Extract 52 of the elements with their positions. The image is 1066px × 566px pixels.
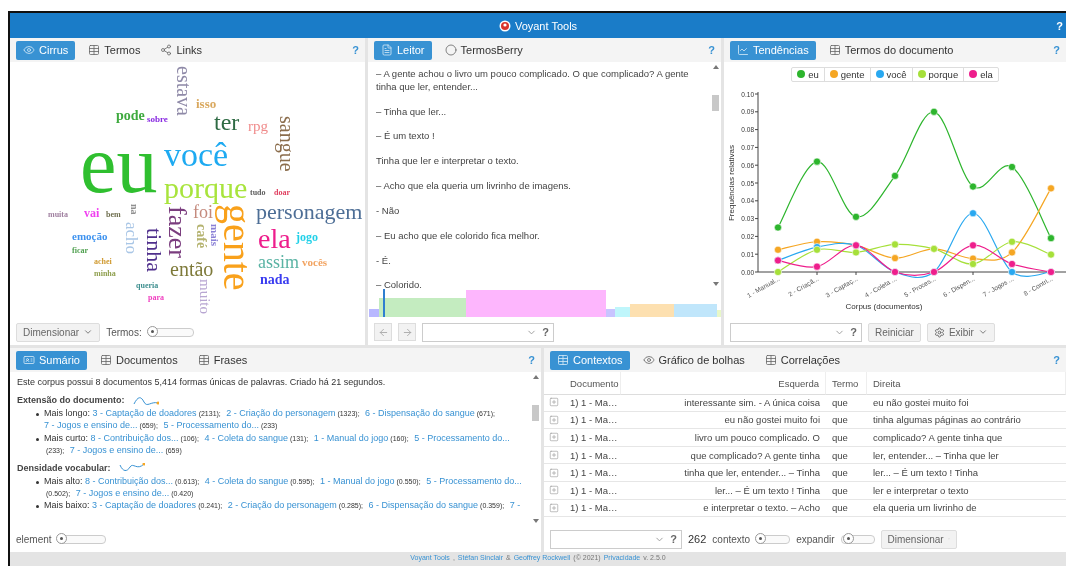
- slider-label: contexto: [712, 533, 751, 545]
- table-cell: e interpretar o texto. – Acho: [621, 499, 826, 518]
- section-title: Extensão do documento:: [17, 394, 125, 407]
- table-cell: 1) 1 - Ma…: [564, 481, 621, 500]
- table-cell: ler... – É um texto ! Tinha: [867, 464, 1066, 482]
- list-label: Mais longo:: [44, 408, 91, 419]
- axis-title: Frequências relativas: [727, 145, 736, 221]
- axis-title: Corpus (documentos): [845, 302, 923, 311]
- summary-text: Este corpus possui 8 documentos 5,414 formas únicas de palavras. Criado há 21 segundos.: [17, 376, 387, 389]
- list-label: Mais baixo:: [44, 500, 90, 511]
- slider-label: expandir: [796, 533, 835, 545]
- slider-label: Termos:: [106, 326, 142, 338]
- reader-paragraph: - É.: [376, 254, 392, 268]
- table-cell: tinha algumas páginas ao contrário: [867, 411, 1066, 430]
- reader-paragraph: Tinha que ler e interpretar o texto.: [376, 155, 520, 169]
- list-label: Mais alto:: [44, 476, 83, 486]
- table-cell: complicado? A gente tinha que: [867, 429, 1066, 447]
- reader-paragraph: – A gente achou o livro um pouco complicado. O que complicado? A gente tinha que ler, entender...: [376, 68, 690, 94]
- table-cell: ler e interpretar o texto: [867, 481, 1066, 500]
- table-cell: ler... – É um texto ! Tinha: [621, 481, 826, 500]
- table-cell: 1) 1 - Ma…: [564, 464, 621, 482]
- table-cell: que: [826, 446, 867, 465]
- table-cell: que: [826, 464, 867, 482]
- reader-paragraph: – Eu acho que ele colorido fica melhor.: [376, 229, 541, 243]
- table-cell: tinha que ler, entender... – Tinha: [621, 464, 826, 482]
- table-cell: 1) 1 - Ma…: [564, 499, 621, 518]
- app-title: Voyant Tools: [514, 19, 578, 32]
- reader-paragraph: – É um texto !: [376, 130, 436, 144]
- table-cell: ela queria um livrinho de: [867, 499, 1066, 518]
- table-cell: que: [826, 429, 867, 447]
- table-cell: 1) 1 - Ma…: [564, 411, 621, 430]
- table-cell: ler, entender... – Tinha que ler: [867, 446, 1066, 465]
- section-title: Densidade vocabular:: [17, 461, 111, 474]
- table-cell: que: [826, 411, 867, 430]
- table-cell: que: [826, 499, 867, 518]
- reader-paragraph: - Não: [376, 204, 401, 218]
- table-cell: que: [826, 481, 867, 500]
- table-cell: 1) 1 - Ma…: [564, 429, 621, 447]
- table-cell: interessante sim. - A única coisa: [621, 394, 826, 412]
- list-label: Mais curto:: [44, 432, 88, 443]
- table-cell: livro um pouco complicado. O: [621, 429, 826, 447]
- table-cell: 1) 1 - Ma…: [564, 446, 621, 465]
- slider-label: element: [16, 533, 52, 545]
- table-cell: eu não gostei muito foi: [867, 394, 1066, 412]
- reader-paragraph: – Colorido.: [376, 279, 423, 289]
- reader-paragraph: – Acho que ela queria um livrinho de imagens.: [376, 180, 572, 193]
- table-cell: eu não gostei muito foi: [621, 411, 826, 430]
- table-cell: que complicado? A gente tinha: [621, 446, 826, 465]
- table-cell: que: [826, 394, 867, 412]
- reader-paragraph: – Tinha que ler...: [376, 105, 448, 119]
- count-label: 262: [688, 533, 707, 545]
- table-cell: 1) 1 - Ma…: [564, 394, 621, 412]
